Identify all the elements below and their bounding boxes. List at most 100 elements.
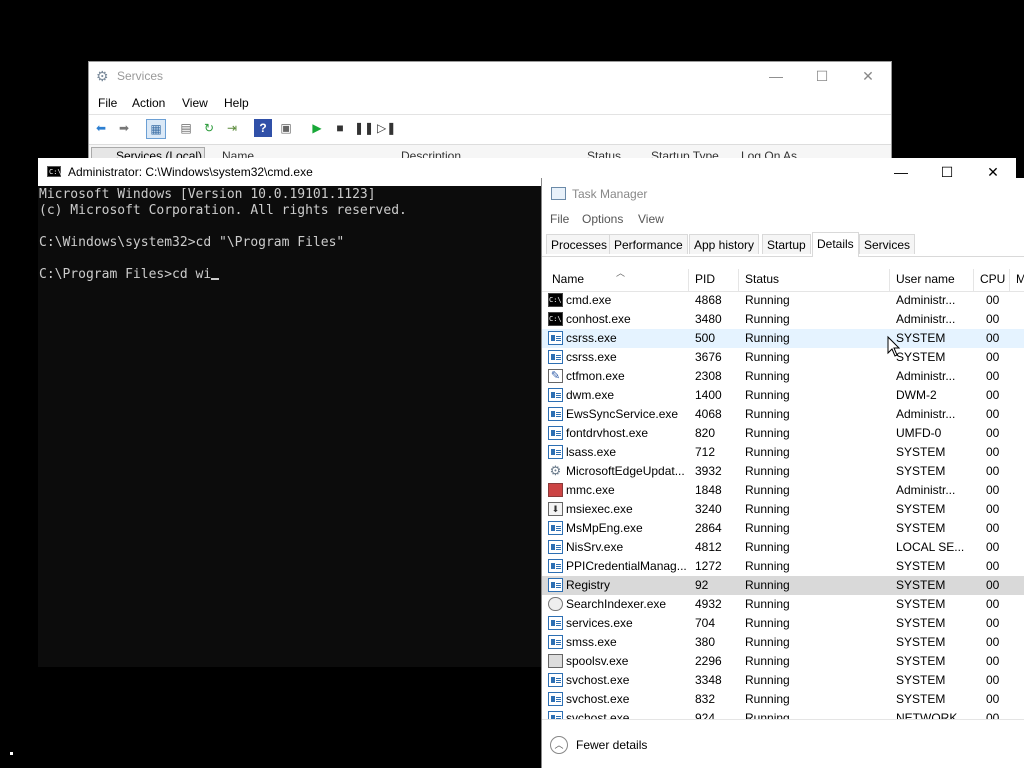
tab-processes[interactable]: Processes: [546, 234, 613, 254]
table-row[interactable]: ⬇ msiexec.exe 3240 Running SYSTEM 00: [542, 500, 1024, 519]
process-pid: 3676: [695, 350, 722, 364]
restart-service-icon[interactable]: ▷❚: [377, 119, 396, 137]
table-row[interactable]: dwm.exe 1400 Running DWM-2 00: [542, 386, 1024, 405]
table-row[interactable]: SearchIndexer.exe 4932 Running SYSTEM 00: [542, 595, 1024, 614]
process-name: conhost.exe: [566, 312, 631, 326]
tm-process-list[interactable]: C:\ cmd.exe 4868 Running Administr... 00 C:\ co…: [542, 291, 1024, 719]
stop-service-icon[interactable]: ■: [331, 119, 349, 137]
process-user: SYSTEM: [896, 578, 946, 592]
process-user: SYSTEM: [896, 616, 946, 630]
col-pid[interactable]: PID: [689, 269, 739, 291]
back-arrow-icon[interactable]: ⬅: [92, 119, 110, 137]
table-row[interactable]: smss.exe 380 Running SYSTEM 00: [542, 633, 1024, 652]
menu-help[interactable]: Help: [224, 96, 249, 110]
table-row[interactable]: mmc.exe 1848 Running Administr... 00: [542, 481, 1024, 500]
tab-services[interactable]: Services: [859, 234, 916, 254]
col-memory[interactable]: M: [1010, 269, 1024, 291]
process-status: Running: [745, 483, 790, 497]
table-row[interactable]: services.exe 704 Running SYSTEM 00: [542, 614, 1024, 633]
menu-view[interactable]: View: [182, 96, 208, 110]
table-row[interactable]: fontdrvhost.exe 820 Running UMFD-0 00: [542, 424, 1024, 443]
app-icon: [548, 559, 563, 573]
close-button[interactable]: ✕: [845, 62, 891, 90]
tab-performance[interactable]: Performance: [609, 234, 688, 254]
process-name: smss.exe: [566, 635, 617, 649]
tab-app-history[interactable]: App history: [689, 234, 760, 254]
table-row[interactable]: svchost.exe 924 Running NETWORK... 00: [542, 709, 1024, 719]
minimize-button[interactable]: —: [753, 62, 799, 90]
col-cpu[interactable]: CPU: [974, 269, 1010, 291]
help-icon[interactable]: ?: [254, 119, 272, 137]
process-cpu: 00: [986, 445, 1000, 459]
process-cpu: 00: [986, 521, 1000, 535]
table-row[interactable]: lsass.exe 712 Running SYSTEM 00: [542, 443, 1024, 462]
task-manager-icon: [551, 187, 566, 200]
process-status: Running: [745, 559, 790, 573]
table-row[interactable]: Registry 92 Running SYSTEM 00: [542, 576, 1024, 595]
pause-service-icon[interactable]: ❚❚: [354, 119, 374, 137]
table-row[interactable]: EwsSyncService.exe 4068 Running Administr..…: [542, 405, 1024, 424]
process-user: SYSTEM: [896, 502, 946, 516]
process-status: Running: [745, 331, 790, 345]
table-row[interactable]: svchost.exe 3348 Running SYSTEM 00: [542, 671, 1024, 690]
table-row[interactable]: MsMpEng.exe 2864 Running SYSTEM 00: [542, 519, 1024, 538]
process-status: Running: [745, 426, 790, 440]
process-name: ctfmon.exe: [566, 369, 625, 383]
show-pane-icon[interactable]: ▣: [277, 119, 295, 137]
gear-icon: ⚙: [549, 464, 562, 478]
table-row[interactable]: ✎ ctfmon.exe 2308 Running Administr... 00: [542, 367, 1024, 386]
table-row[interactable]: C:\ cmd.exe 4868 Running Administr... 00: [542, 291, 1024, 310]
process-status: Running: [745, 369, 790, 383]
process-status: Running: [745, 578, 790, 592]
tm-menu-file[interactable]: File: [550, 212, 569, 226]
process-user: Administr...: [896, 293, 956, 307]
services-titlebar[interactable]: ⚙ Services — ☐ ✕: [89, 62, 891, 90]
properties-icon[interactable]: ▤: [177, 119, 195, 137]
process-pid: 704: [695, 616, 716, 630]
table-row[interactable]: C:\ conhost.exe 3480 Running Administr... 00: [542, 310, 1024, 329]
console-tree-icon[interactable]: ▦: [146, 119, 166, 139]
process-name: mmc.exe: [566, 483, 615, 497]
process-pid: 2296: [695, 654, 722, 668]
tm-menu-options[interactable]: Options: [582, 212, 623, 226]
menu-action[interactable]: Action: [132, 96, 165, 110]
forward-arrow-icon[interactable]: ➡: [115, 119, 133, 137]
col-status[interactable]: Status: [739, 269, 890, 291]
services-window[interactable]: ⚙ Services — ☐ ✕ File Action View Help ⬅…: [88, 61, 892, 163]
app-icon: [548, 331, 563, 345]
maximize-button[interactable]: ☐: [799, 62, 845, 90]
col-name[interactable]: ︿ Name: [546, 268, 689, 291]
printer-icon: [548, 654, 563, 668]
tab-details[interactable]: Details: [812, 232, 859, 257]
fewer-details-label: Fewer details: [576, 738, 648, 752]
tab-startup[interactable]: Startup: [762, 234, 811, 254]
export-list-icon[interactable]: ⇥: [223, 119, 241, 137]
process-pid: 924: [695, 711, 716, 719]
table-row[interactable]: csrss.exe 500 Running SYSTEM 00: [542, 329, 1024, 348]
table-row[interactable]: spoolsv.exe 2296 Running SYSTEM 00: [542, 652, 1024, 671]
person-icon: [548, 597, 563, 611]
app-icon: [548, 388, 563, 402]
cmd-title: Administrator: C:\Windows\system32\cmd.e…: [68, 165, 313, 179]
process-status: Running: [745, 445, 790, 459]
table-row[interactable]: csrss.exe 3676 Running SYSTEM 00: [542, 348, 1024, 367]
tm-menu-view[interactable]: View: [638, 212, 664, 226]
table-row[interactable]: svchost.exe 832 Running SYSTEM 00: [542, 690, 1024, 709]
table-row[interactable]: PPICredentialManag... 1272 Running SYSTEM 00: [542, 557, 1024, 576]
process-cpu: 00: [986, 711, 1000, 719]
chevron-up-icon: ︿: [550, 736, 568, 754]
process-name: csrss.exe: [566, 350, 617, 364]
process-user: SYSTEM: [896, 597, 946, 611]
process-name: msiexec.exe: [566, 502, 633, 516]
table-row[interactable]: NisSrv.exe 4812 Running LOCAL SE... 00: [542, 538, 1024, 557]
process-cpu: 00: [986, 483, 1000, 497]
menu-file[interactable]: File: [98, 96, 117, 110]
table-row[interactable]: ⚙ MicrosoftEdgeUpdat... 3932 Running SYSTEM 0…: [542, 462, 1024, 481]
refresh-icon[interactable]: ↻: [200, 119, 218, 137]
process-cpu: 00: [986, 578, 1000, 592]
process-status: Running: [745, 616, 790, 630]
task-manager-window[interactable]: Task Manager File Options View Processes…: [541, 178, 1024, 768]
start-service-icon[interactable]: ▶: [308, 119, 326, 137]
col-user-name[interactable]: User name: [890, 269, 974, 291]
process-user: SYSTEM: [896, 559, 946, 573]
